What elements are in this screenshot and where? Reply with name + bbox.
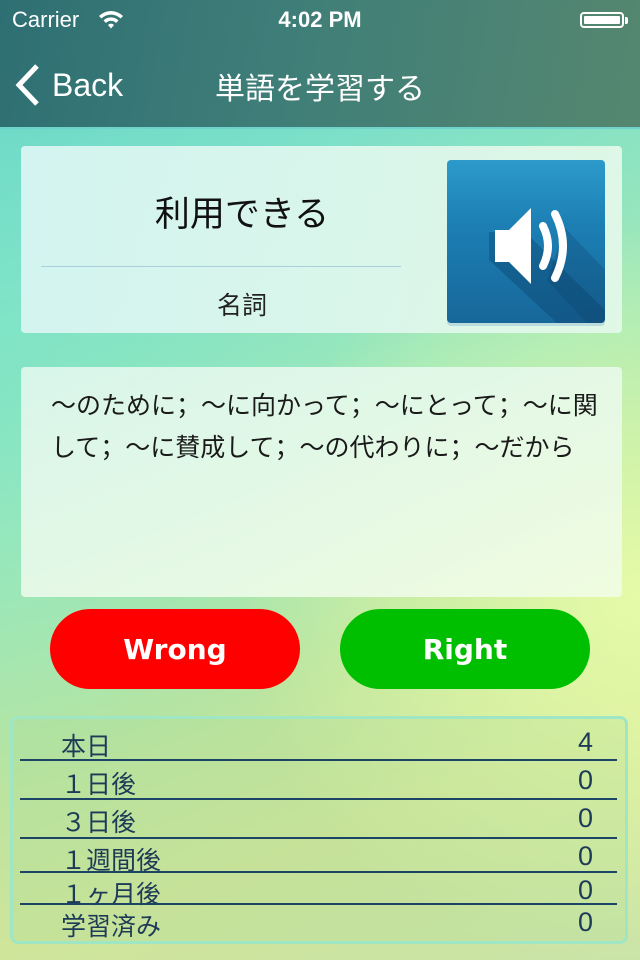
wrong-button[interactable]: Wrong [50,609,300,689]
navigation-bar: Carrier 4:02 PM Back 単語を学習する [0,0,640,128]
stat-value: 0 [577,765,593,795]
play-audio-button[interactable] [447,160,605,323]
battery-tip [625,17,628,24]
row-divider [20,903,617,905]
definition-card: ～のために；～に向かって；～にとって；～に関して；～に賛成して；～の代わりに；～… [21,367,622,597]
review-schedule-table: 本日 4 １日後 0 ３日後 0 １週間後 0 １ヶ月後 0 学習済み 0 [10,716,628,944]
stat-value: 0 [577,803,593,833]
stat-label: ３日後 [61,808,137,837]
battery-icon [580,12,624,28]
vocabulary-word: 利用できる [154,195,330,235]
speaker-volume-icon [489,208,605,323]
word-card: 利用できる 名詞 [21,146,622,333]
row-divider [20,871,617,873]
status-bar: Carrier 4:02 PM [0,0,640,40]
stat-value: 0 [577,841,593,871]
nav-divider [0,127,640,129]
stat-row-3-days: ３日後 0 [13,803,625,841]
stat-value: 4 [577,727,593,757]
part-of-speech: 名詞 [216,291,267,320]
stat-label: 本日 [61,732,112,761]
word-divider [41,266,401,267]
stat-label: １ヶ月後 [61,880,162,909]
stat-row-learned: 学習済み 0 [13,907,625,945]
stat-row-1-week: １週間後 0 [13,841,625,879]
row-divider [20,837,617,839]
row-divider [20,759,617,761]
right-button[interactable]: Right [340,609,590,689]
clock: 4:02 PM [278,7,362,32]
stat-label: １日後 [61,770,137,799]
page-title: 単語を学習する [215,72,425,107]
stat-value: 0 [577,875,593,905]
stat-label: 学習済み [61,912,162,941]
row-divider [20,798,617,800]
definition-text: ～のために；～に向かって；～にとって；～に関して；～に賛成して；～の代わりに；～… [51,391,598,462]
stat-value: 0 [577,907,593,937]
